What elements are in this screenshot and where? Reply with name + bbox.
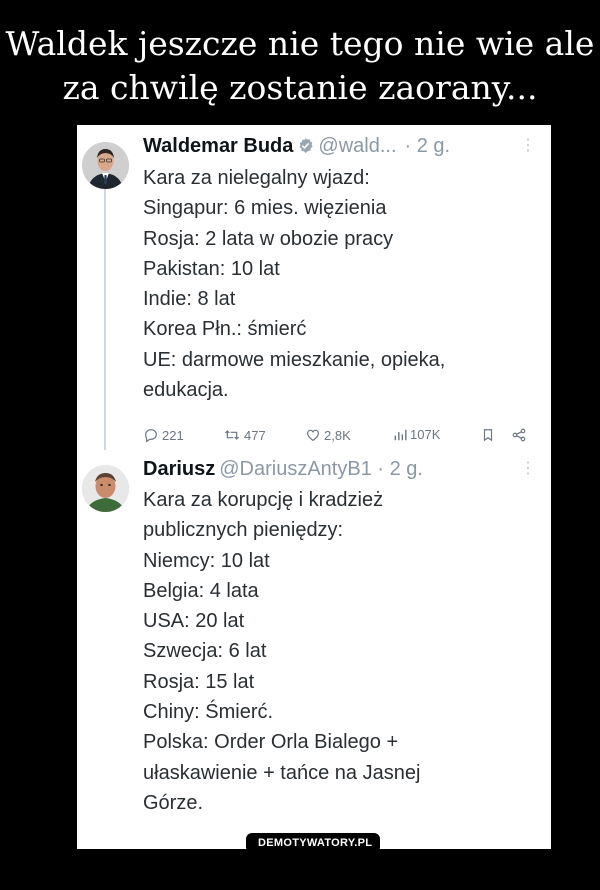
tweet-actions: 221 477 2,8K 107K (143, 427, 543, 447)
tweet-line: Singapur: 6 mies. więzienia (143, 197, 387, 220)
tweet-header: Waldemar Buda @wald... · 2 g. (143, 135, 450, 160)
caption-line-2: za chwilę zostanie zaorany... (62, 68, 538, 107)
like-button[interactable]: 2,8K (305, 427, 351, 443)
avatar-waldemar-buda[interactable] (82, 142, 129, 189)
tweet-line: Kara za korupcję i kradzież (143, 489, 384, 511)
views-button[interactable]: 107K (393, 427, 440, 442)
more-options-icon[interactable]: ⋮ (520, 135, 536, 155)
bookmark-button[interactable] (481, 427, 495, 443)
heart-icon (307, 429, 319, 442)
caption-line-1: Waldek jeszcze nie tego nie wie ale (5, 24, 595, 63)
tweet-line: Niemcy: 10 lat (143, 549, 270, 572)
reply-icon (145, 429, 157, 443)
retweet-button[interactable]: 477 (223, 427, 266, 443)
meme-caption: Waldek jeszcze nie tego nie wie ale za c… (0, 22, 600, 110)
reply-count: 221 (162, 427, 184, 443)
author-name[interactable]: Dariusz (143, 458, 215, 480)
author-handle[interactable]: @wald... (318, 135, 396, 157)
tweet-line: Chiny: Śmierć. (143, 701, 274, 724)
tweet-dariusz[interactable]: Dariusz @DariuszAntyB1 · 2 g. ⋮ Kara za k… (77, 455, 551, 849)
bookmark-icon (483, 429, 493, 442)
tweet-line: Polska: Order Orla Bialego + (143, 731, 399, 754)
tweet-line: publicznych pieniędzy: (143, 519, 344, 542)
like-count: 2,8K (324, 427, 351, 443)
tweet-line: UE: darmowe mieszkanie, opieka, (143, 348, 446, 371)
share-icon (512, 428, 526, 442)
site-watermark: DEMOTYWATORY.PL (246, 833, 381, 853)
tweet-header: Dariusz @DariuszAntyB1 · 2 g. (143, 458, 423, 481)
tweet-line: Górze. (143, 791, 204, 814)
tweet-waldemar-buda[interactable]: Waldemar Buda @wald... · 2 g. ⋮ Kara za n… (77, 125, 551, 455)
tweet-line: ułaskawienie + tańce na Jasnej (143, 761, 421, 784)
tweet-text: Kara za nielegalny wjazd: Singapur: 6 mi… (143, 163, 445, 405)
tweet-line: USA: 20 lat (143, 610, 245, 633)
reply-button[interactable]: 221 (143, 427, 184, 443)
tweet-line: Belgia: 4 lata (143, 579, 259, 602)
tweet-line: edukacja. (143, 379, 229, 402)
view-count: 107K (410, 427, 441, 442)
tweet-line: Pakistan: 10 lat (143, 257, 280, 280)
views-chart-icon (394, 429, 407, 440)
verified-badge-icon (297, 137, 314, 160)
more-options-icon[interactable]: ⋮ (520, 458, 536, 478)
author-name[interactable]: Waldemar Buda (143, 135, 293, 157)
tweet-line: Szwecja: 6 lat (143, 640, 267, 663)
author-handle[interactable]: @DariuszAntyB1 · 2 g. (219, 458, 423, 480)
tweet-line: Korea Płn.: śmierć (143, 318, 307, 341)
tweet-line: Kara za nielegalny wjazd: (143, 167, 370, 189)
share-button[interactable] (511, 427, 527, 443)
tweet-text: Kara za korupcję i kradzież publicznych … (143, 485, 420, 818)
retweet-count: 477 (244, 427, 266, 443)
avatar-dariusz[interactable] (82, 465, 129, 512)
tweet-screenshot: Waldemar Buda @wald... · 2 g. ⋮ Kara za n… (77, 125, 551, 849)
tweet-line: Rosja: 15 lat (143, 670, 255, 693)
tweet-line: Rosja: 2 lata w obozie pracy (143, 227, 394, 250)
retweet-icon (224, 430, 240, 440)
tweet-line: Indie: 8 lat (143, 288, 236, 311)
tweet-time[interactable]: · 2 g. (405, 135, 451, 157)
